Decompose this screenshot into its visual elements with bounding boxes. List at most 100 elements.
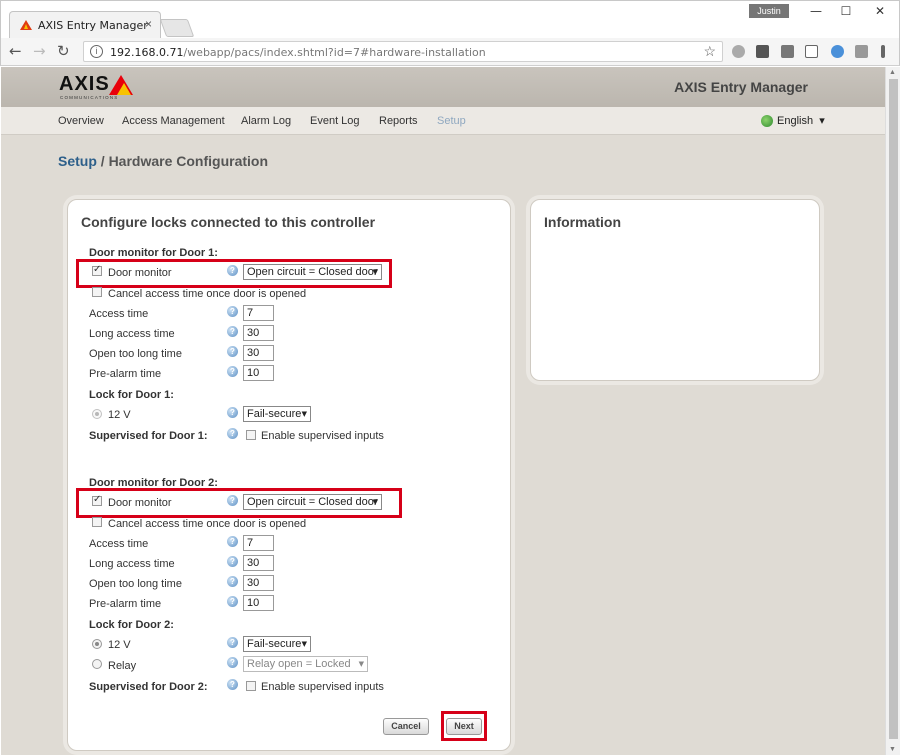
door2-lock-title: Lock for Door 2: (89, 619, 174, 631)
breadcrumb-separator: / (96, 153, 109, 169)
dropdown-arrow-icon: ▼ (301, 640, 307, 648)
app-header: AXIS COMMUNICATIONS AXIS Entry Manager (1, 67, 885, 107)
nav-setup[interactable]: Setup (437, 115, 466, 127)
language-selector[interactable]: English ▾ (761, 114, 825, 128)
dropdown-arrow-icon: ▼ (358, 660, 364, 668)
door1-long-access-input[interactable]: 30 (243, 325, 274, 341)
door1-lock-title: Lock for Door 1: (89, 389, 174, 401)
information-title: Information (544, 214, 621, 230)
extension-pdf-icon[interactable] (855, 45, 868, 58)
door2-12v-label: 12 V (108, 639, 131, 651)
site-info-icon[interactable]: i (90, 45, 103, 58)
profile-badge[interactable]: Justin (749, 4, 789, 18)
door2-monitor-highlight (76, 488, 402, 518)
door2-relay-select[interactable]: Relay open = Locked ▼ (243, 656, 368, 672)
door2-lock-mode-value: Fail-secure (247, 638, 302, 650)
door1-12v-radio[interactable] (92, 409, 102, 419)
cast-icon[interactable] (805, 45, 818, 58)
help-icon[interactable]: ? (227, 556, 238, 567)
door2-access-time-input[interactable]: 7 (243, 535, 274, 551)
door2-open-too-long-label: Open too long time (89, 578, 182, 590)
nav-access-management[interactable]: Access Management (122, 115, 225, 127)
help-icon[interactable]: ? (227, 637, 238, 648)
nav-event-log[interactable]: Event Log (310, 115, 360, 127)
help-icon[interactable]: ? (227, 346, 238, 357)
help-icon[interactable]: ? (227, 326, 238, 337)
url-host: 192.168.0.71 (110, 46, 184, 59)
help-icon[interactable]: ? (227, 657, 238, 668)
axis-favicon-icon (20, 20, 32, 30)
extension-d-icon[interactable] (831, 45, 844, 58)
scroll-down-icon[interactable]: ▼ (889, 746, 896, 753)
scrollbar-thumb[interactable] (889, 79, 898, 739)
browser-tab[interactable]: AXIS Entry Manager × (9, 11, 161, 39)
nav-alarm-log[interactable]: Alarm Log (241, 115, 291, 127)
page-scrollbar[interactable]: ▲ ▼ (885, 67, 900, 755)
configure-locks-title: Configure locks connected to this contro… (81, 214, 376, 230)
door1-lock-mode-select[interactable]: Fail-secure ▼ (243, 406, 311, 422)
door1-supervised-title: Supervised for Door 1: (89, 430, 208, 442)
breadcrumb: Setup / Hardware Configuration (58, 153, 268, 169)
nav-reports[interactable]: Reports (379, 115, 418, 127)
door1-supervised-label: Enable supervised inputs (261, 430, 384, 442)
door1-open-too-long-input[interactable]: 30 (243, 345, 274, 361)
door2-open-too-long-input[interactable]: 30 (243, 575, 274, 591)
help-icon[interactable]: ? (227, 679, 238, 690)
door2-access-time-label: Access time (89, 538, 149, 550)
window-close-icon[interactable]: ✕ (865, 4, 895, 18)
extension-evernote-icon[interactable] (781, 45, 794, 58)
breadcrumb-setup-link[interactable]: Setup (58, 153, 97, 169)
tab-title: AXIS Entry Manager (38, 19, 148, 32)
door2-12v-radio[interactable] (92, 639, 102, 649)
door1-pre-alarm-input[interactable]: 10 (243, 365, 274, 381)
maximize-icon[interactable]: ☐ (831, 4, 861, 18)
extension-pocket-icon[interactable] (756, 45, 769, 58)
help-icon[interactable]: ? (227, 536, 238, 547)
address-bar[interactable]: i 192.168.0.71/webapp/pacs/index.shtml?i… (83, 41, 723, 62)
configure-locks-panel: Configure locks connected to this contro… (67, 199, 511, 751)
cancel-button[interactable]: Cancel (383, 718, 429, 735)
app-title: AXIS Entry Manager (674, 79, 808, 95)
scroll-up-icon[interactable]: ▲ (889, 69, 896, 76)
door2-pre-alarm-input[interactable]: 10 (243, 595, 274, 611)
axis-logo[interactable]: AXIS COMMUNICATIONS (59, 73, 139, 103)
chrome-menu-icon[interactable] (881, 45, 885, 58)
door1-access-time-label: Access time (89, 308, 149, 320)
new-tab-button[interactable] (159, 19, 195, 37)
language-arrow-icon: ▾ (819, 115, 825, 127)
bookmark-star-icon[interactable]: ☆ (703, 43, 716, 60)
help-icon[interactable]: ? (227, 407, 238, 418)
door1-pre-alarm-label: Pre-alarm time (89, 368, 162, 380)
extension-gear-icon[interactable] (732, 45, 745, 58)
globe-icon (761, 115, 773, 128)
information-panel: Information (530, 199, 820, 381)
door2-relay-radio[interactable] (92, 659, 102, 669)
door2-lock-mode-select[interactable]: Fail-secure ▼ (243, 636, 311, 652)
next-button-highlight (441, 711, 487, 741)
door2-long-access-input[interactable]: 30 (243, 555, 274, 571)
back-icon[interactable]: ← (9, 42, 22, 60)
help-icon[interactable]: ? (227, 576, 238, 587)
browser-tab-strip: AXIS Entry Manager × Justin — ☐ ✕ (0, 0, 900, 39)
minimize-icon[interactable]: — (801, 4, 831, 18)
door2-pre-alarm-label: Pre-alarm time (89, 598, 162, 610)
door1-supervised-checkbox[interactable] (246, 430, 256, 440)
door2-cancel-access-label: Cancel access time once door is opened (108, 518, 307, 530)
breadcrumb-current: Hardware Configuration (108, 153, 269, 169)
door1-cancel-access-checkbox[interactable] (92, 287, 102, 297)
reload-icon[interactable]: ↻ (57, 42, 70, 60)
help-icon[interactable]: ? (227, 366, 238, 377)
dropdown-arrow-icon: ▼ (301, 410, 307, 418)
door2-relay-label: Relay (108, 660, 137, 672)
door2-supervised-checkbox[interactable] (246, 681, 256, 691)
door2-cancel-access-checkbox[interactable] (92, 517, 102, 527)
tab-close-icon[interactable]: × (145, 17, 152, 31)
door1-long-access-label: Long access time (89, 328, 175, 340)
door1-open-too-long-label: Open too long time (89, 348, 182, 360)
forward-icon[interactable]: → (33, 42, 46, 60)
help-icon[interactable]: ? (227, 428, 238, 439)
help-icon[interactable]: ? (227, 306, 238, 317)
help-icon[interactable]: ? (227, 596, 238, 607)
door1-access-time-input[interactable]: 7 (243, 305, 274, 321)
nav-overview[interactable]: Overview (58, 115, 104, 127)
